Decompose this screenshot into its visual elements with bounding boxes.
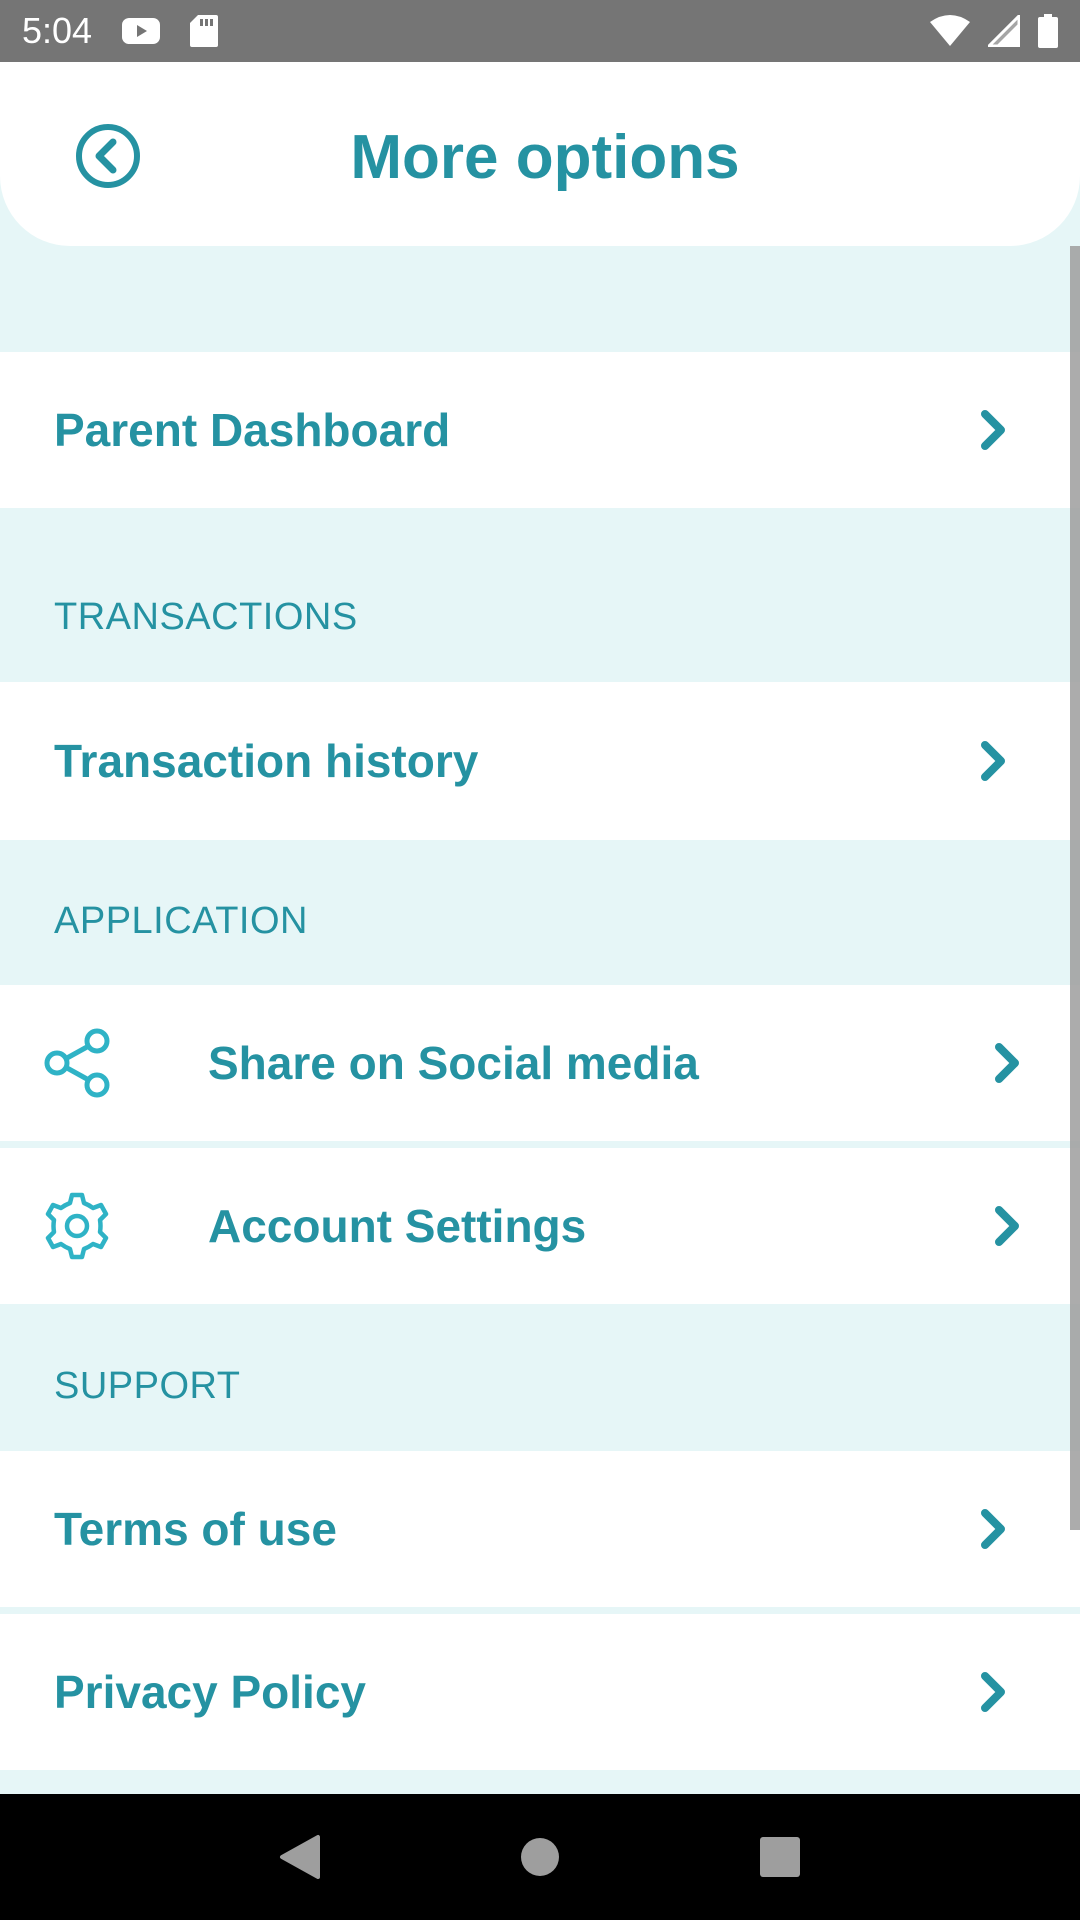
section-header-support: SUPPORT [54,1365,241,1407]
options-list: Parent Dashboard TRANSACTIONS Transactio… [0,246,1080,1794]
section-header-application: APPLICATION [54,900,308,942]
chevron-right-icon [992,1041,1022,1085]
gear-icon [42,1191,112,1261]
chevron-right-icon [978,1507,1008,1551]
battery-icon [1038,14,1058,48]
menu-item-label: Share on Social media [208,1037,699,1089]
youtube-icon [122,16,161,46]
wifi-icon [930,15,970,47]
nav-back-button[interactable] [260,1817,340,1897]
menu-item-label: Terms of use [54,1503,337,1555]
share-icon [42,1027,114,1099]
status-left: 5:04 [22,10,219,52]
chevron-right-icon [978,408,1008,452]
menu-item-label: Transaction history [54,735,479,787]
recents-square-icon [760,1837,800,1877]
chevron-right-icon [978,739,1008,783]
menu-item-parent-dashboard[interactable]: Parent Dashboard [0,352,1080,508]
section-header-transactions: TRANSACTIONS [54,596,358,638]
status-time: 5:04 [22,10,93,51]
menu-item-account-settings[interactable]: Account Settings [0,1148,1080,1304]
menu-item-privacy-policy[interactable]: Privacy Policy [0,1614,1080,1770]
page-title: More options [350,123,740,192]
status-right [930,14,1058,48]
chevron-right-icon [992,1204,1022,1248]
nav-home-button[interactable] [500,1817,580,1897]
screen: 5:04 More options Parent Dashboard TRANS… [0,0,1080,1920]
navigation-bar [0,1794,1080,1920]
nav-recents-button[interactable] [740,1817,820,1897]
chevron-right-icon [978,1670,1008,1714]
menu-item-share-social[interactable]: Share on Social media [0,985,1080,1141]
menu-item-label: Privacy Policy [54,1666,366,1718]
scrollbar[interactable] [1070,246,1080,1530]
back-triangle-icon [278,1833,322,1881]
header: More options [0,62,1080,246]
home-circle-icon [520,1837,560,1877]
menu-item-label: Parent Dashboard [54,404,451,456]
menu-item-transaction-history[interactable]: Transaction history [0,682,1080,840]
status-bar: 5:04 [0,0,1080,62]
menu-item-terms-of-use[interactable]: Terms of use [0,1451,1080,1607]
menu-item-label: Account Settings [208,1200,587,1252]
sd-card-icon [190,15,219,47]
cell-signal-icon [988,15,1020,47]
